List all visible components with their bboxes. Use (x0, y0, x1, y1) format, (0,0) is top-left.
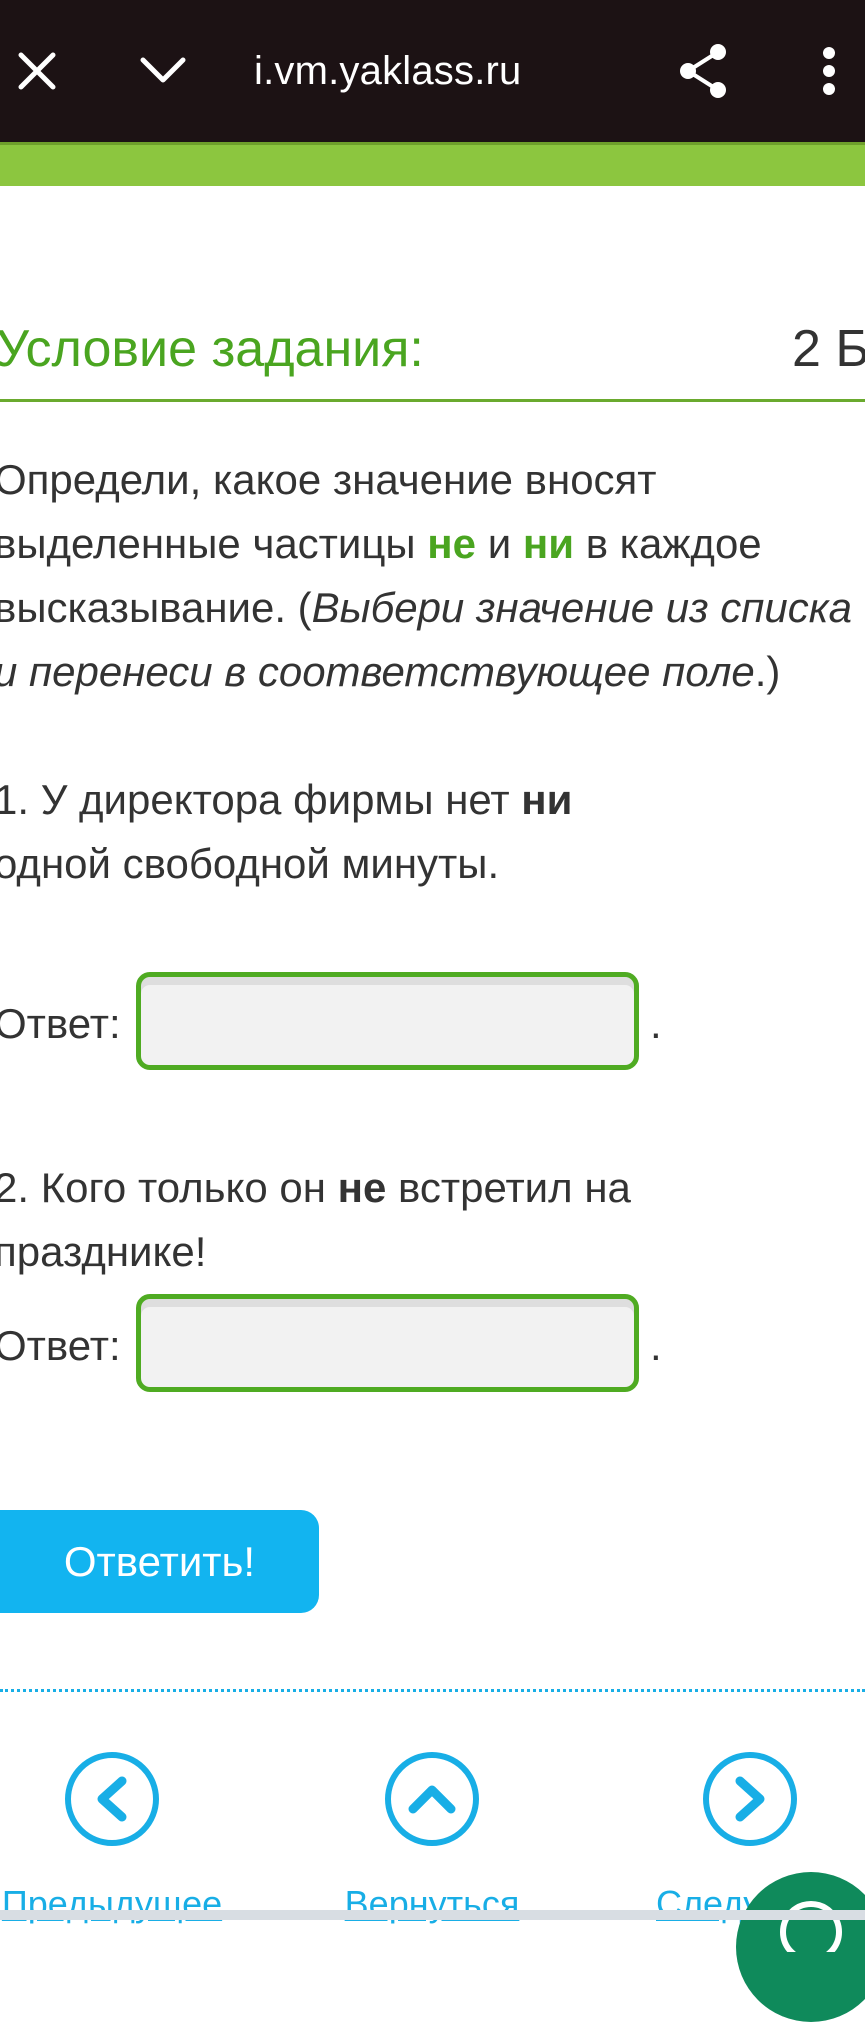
nav-previous-circle[interactable] (65, 1752, 159, 1846)
chevron-up-icon (408, 1785, 456, 1814)
question-2-text-before: 2. Кого только он (0, 1164, 338, 1211)
question-1-text-after: одной свободной минуты. (0, 840, 500, 887)
task-instructions: Определи, какое значение вносят выделенн… (0, 448, 854, 704)
task-points: 2 Б. (792, 320, 865, 378)
question-2: 2. Кого только он не встретил на праздни… (0, 1156, 854, 1284)
answer-1-label: Ответ: (0, 1000, 121, 1047)
green-header-band (0, 142, 865, 186)
chevron-left-icon (97, 1776, 127, 1822)
nav-previous[interactable]: Предыдущее (0, 1752, 242, 1926)
collapse-button[interactable] (128, 36, 198, 106)
answer-2-drop-field[interactable] (136, 1294, 639, 1392)
url-text[interactable]: i.vm.yaklass.ru (254, 46, 522, 96)
particle-ni-highlight: ни (522, 520, 575, 567)
instructions-and: и (476, 520, 523, 567)
answer-1-period: . (650, 1000, 662, 1047)
share-icon (680, 44, 726, 98)
close-icon (18, 52, 56, 90)
particle-ne-highlight: не (427, 520, 477, 567)
nav-back-circle[interactable] (385, 1752, 479, 1846)
question-1: 1. У директора фирмы нет ни одной свобод… (0, 768, 694, 896)
task-title: Условие задания: (0, 320, 424, 378)
nav-back[interactable]: Вернуться (302, 1752, 562, 1926)
browser-toolbar: i.vm.yaklass.ru (0, 0, 865, 142)
chevron-down-icon (140, 57, 186, 83)
share-button[interactable] (668, 36, 738, 106)
answer-2-label: Ответ: (0, 1322, 121, 1369)
chevron-right-icon (735, 1776, 765, 1822)
answer-1-drop-field[interactable] (136, 972, 639, 1070)
system-nav-strip (0, 1910, 865, 1920)
nav-next-circle[interactable] (703, 1752, 797, 1846)
question-1-text-before: 1. У директора фирмы нет (0, 776, 522, 823)
close-button[interactable] (2, 36, 72, 106)
more-vertical-icon (823, 47, 835, 95)
submit-answer-button[interactable]: Ответить! (0, 1510, 319, 1613)
answer-2-period: . (650, 1322, 662, 1369)
title-divider (0, 399, 865, 402)
instructions-text-3: .) (754, 648, 781, 695)
menu-button[interactable] (794, 36, 864, 106)
chat-icon (780, 1901, 842, 1952)
question-1-particle: ни (521, 776, 573, 823)
dotted-divider (0, 1689, 865, 1692)
question-2-particle: не (337, 1164, 387, 1211)
